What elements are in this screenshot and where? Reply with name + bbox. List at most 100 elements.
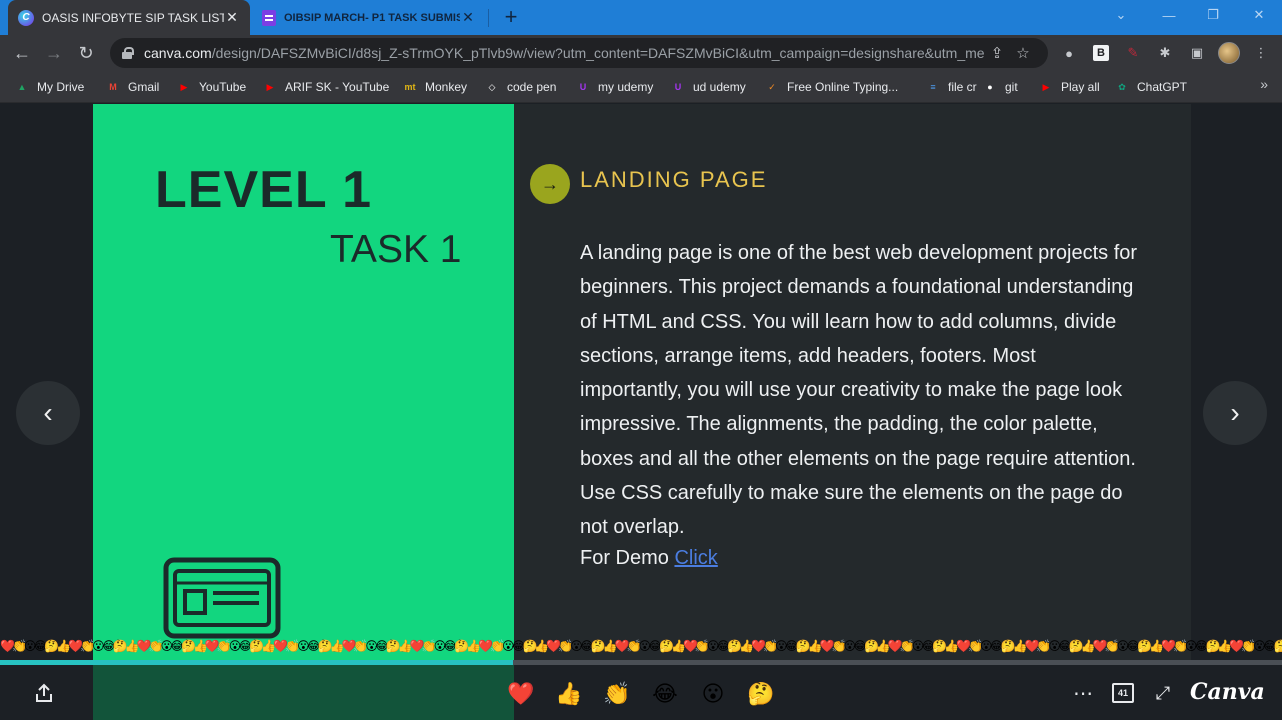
youtube-icon: ▶ — [180, 81, 188, 92]
extension-b-icon[interactable]: B — [1093, 45, 1109, 61]
minimize-icon[interactable]: — — [1146, 0, 1192, 30]
share-button[interactable] — [30, 679, 58, 707]
tab-oibsip-submission[interactable]: OIBSIP MARCH- P1 TASK SUBMISSION ✕ — [252, 0, 486, 35]
bookmark-label: Gmail — [128, 80, 160, 94]
close-icon[interactable]: ✕ — [224, 9, 240, 26]
extension-red-icon[interactable]: ✎ — [1122, 43, 1144, 63]
bookmark-free-online-typing[interactable]: ✓ Free Online Typing... — [764, 76, 898, 98]
bookmark-label: code pen — [507, 80, 557, 94]
bookmarks-bar: » ▲ My Drive M Gmail ▶ YouTube ▶ ARIF SK - YouT… — [0, 71, 1282, 103]
bookmark-label: Monkey — [425, 80, 468, 94]
filecr-icon: ≡ — [930, 82, 936, 92]
bookmark-ud-udemy[interactable]: Uud udemy — [670, 76, 746, 98]
bookmark-my-drive[interactable]: ▲ My Drive — [14, 76, 85, 98]
demo-link[interactable]: Click — [674, 547, 717, 569]
window-close-icon[interactable]: ✕ — [1236, 0, 1282, 30]
description-text: A landing page is one of the best web de… — [580, 242, 1138, 539]
browser-window: C OASIS INFOBYTE SIP TASK LIST ✕ OIBSIP … — [0, 0, 1282, 720]
tab-title: OIBSIP MARCH- P1 TASK SUBMISSION — [284, 11, 460, 24]
laugh-reaction-button[interactable]: 😂 — [650, 679, 680, 709]
thinking-reaction-button[interactable]: 🤔 — [746, 679, 776, 709]
bookmark-label: my udemy — [598, 80, 654, 94]
demo-line: For Demo Click — [580, 547, 718, 570]
arrow-right-circle-icon: → — [530, 164, 570, 204]
thumbs-up-reaction-button[interactable]: 👍 — [554, 679, 584, 709]
drive-icon: ▲ — [17, 82, 27, 92]
section-heading: LANDING PAGE — [580, 167, 768, 192]
task-title: TASK 1 — [330, 228, 462, 271]
new-tab-icon[interactable]: + — [500, 4, 522, 30]
bookmark-file-cr[interactable]: ≡ file cr — [925, 76, 976, 98]
fullscreen-icon[interactable]: ⤢ — [1150, 679, 1176, 707]
slide-left-panel: LEVEL 1 TASK 1 — [93, 104, 514, 660]
slide-thumbnail-shadow — [93, 665, 514, 720]
page-count: 41 — [1112, 683, 1134, 703]
next-slide-button[interactable]: › — [1203, 381, 1267, 445]
bookmark-label: ud udemy — [693, 80, 746, 94]
viewer-bottom-bar: ❤️ 👍 👏 😂 😮 🤔 ⋯ 41 ⤢ Canva — [0, 665, 1282, 720]
chevron-right-icon: › — [1230, 397, 1240, 428]
bookmark-label: Play all — [1061, 80, 1100, 94]
presentation-stage: LEVEL 1 TASK 1 → LANDING PAGE A landing … — [0, 104, 1282, 660]
maximize-icon[interactable]: ❐ — [1190, 0, 1236, 30]
bookmark-monkey[interactable]: mt Monkey — [402, 76, 468, 98]
github-icon: ● — [987, 82, 993, 92]
bookmark-youtube[interactable]: ▶ YouTube — [176, 76, 247, 98]
chatgpt-icon: ✿ — [1118, 81, 1126, 92]
bookmark-label: My Drive — [37, 80, 85, 94]
tab-search-icon[interactable]: ⌄ — [1098, 0, 1144, 30]
canva-logo[interactable]: Canva — [1190, 679, 1265, 705]
share-page-icon[interactable]: ⇪ — [984, 44, 1010, 62]
bookmark-label: ChatGPT — [1137, 80, 1188, 94]
address-bar[interactable]: canva.com/design/DAFSZMvBiCI/d8sj_Z-sTrm… — [110, 38, 1048, 68]
bookmark-label: YouTube — [199, 80, 247, 94]
youtube-icon: ▶ — [266, 81, 274, 92]
url-text[interactable]: canva.com/design/DAFSZMvBiCI/d8sj_Z-sTrm… — [144, 45, 984, 61]
bookmark-gmail[interactable]: M Gmail — [105, 76, 159, 98]
slide-right-panel: → LANDING PAGE A landing page is one of … — [514, 104, 1191, 660]
gmail-icon: M — [109, 82, 117, 92]
tab-title: OASIS INFOBYTE SIP TASK LIST — [42, 10, 224, 25]
canva-favicon-icon: C — [18, 9, 34, 26]
heart-reaction-button[interactable]: ❤️ — [506, 679, 536, 709]
demo-label: For Demo — [580, 547, 669, 569]
profile-avatar[interactable] — [1218, 42, 1240, 64]
wow-reaction-button[interactable]: 😮 — [698, 679, 728, 709]
back-icon[interactable]: ← — [8, 39, 36, 67]
lock-icon — [122, 47, 134, 59]
browser-toolbar: ← → ↻ canva.com/design/DAFSZMvBiCI/d8sj_… — [0, 35, 1282, 71]
web-card-icon — [163, 557, 281, 639]
extension-pin-icon[interactable]: ● — [1058, 43, 1080, 63]
more-options-icon[interactable]: ⋯ — [1070, 679, 1096, 707]
typing-icon: ✓ — [768, 81, 776, 92]
bookmark-star-icon[interactable]: ☆ — [1010, 44, 1036, 62]
bookmarks-overflow-icon[interactable]: » — [1260, 76, 1268, 92]
bookmark-arif-sk-youtube[interactable]: ▶ ARIF SK - YouTube — [262, 76, 390, 98]
bookmark-label: ARIF SK - YouTube — [285, 80, 390, 94]
chevron-left-icon: ‹ — [43, 397, 53, 428]
tab-oasis-task-list[interactable]: C OASIS INFOBYTE SIP TASK LIST ✕ — [8, 0, 250, 35]
forward-icon[interactable]: → — [40, 39, 68, 67]
close-icon[interactable]: ✕ — [460, 9, 476, 26]
bookmark-play-all[interactable]: ▶ Play all — [1038, 76, 1100, 98]
menu-kebab-icon[interactable]: ⋮ — [1250, 43, 1272, 63]
tab-separator — [488, 9, 489, 27]
reload-icon[interactable]: ↻ — [72, 39, 100, 67]
upload-icon — [36, 683, 52, 702]
youtube-icon: ▶ — [1042, 81, 1050, 92]
clap-reaction-button[interactable]: 👏 — [602, 679, 632, 709]
forms-favicon-icon — [262, 9, 276, 26]
udemy-icon: U — [674, 82, 682, 92]
bookmark-git[interactable]: ● git — [982, 76, 1017, 98]
monkeytype-icon: mt — [404, 82, 416, 92]
previous-slide-button[interactable]: ‹ — [16, 381, 80, 445]
bookmark-label: Free Online Typing... — [787, 80, 899, 94]
bookmark-code-pen[interactable]: ◇ code pen — [484, 76, 557, 98]
tab-strip: C OASIS INFOBYTE SIP TASK LIST ✕ OIBSIP … — [0, 0, 1282, 35]
side-panel-icon[interactable]: ▣ — [1186, 43, 1208, 63]
level-title: LEVEL 1 — [155, 161, 373, 219]
bookmark-my-udemy[interactable]: Umy udemy — [575, 76, 654, 98]
extensions-puzzle-icon[interactable]: ✱ — [1154, 43, 1176, 63]
page-grid-button[interactable]: 41 — [1110, 679, 1136, 707]
bookmark-chatgpt[interactable]: ✿ ChatGPT — [1114, 76, 1187, 98]
